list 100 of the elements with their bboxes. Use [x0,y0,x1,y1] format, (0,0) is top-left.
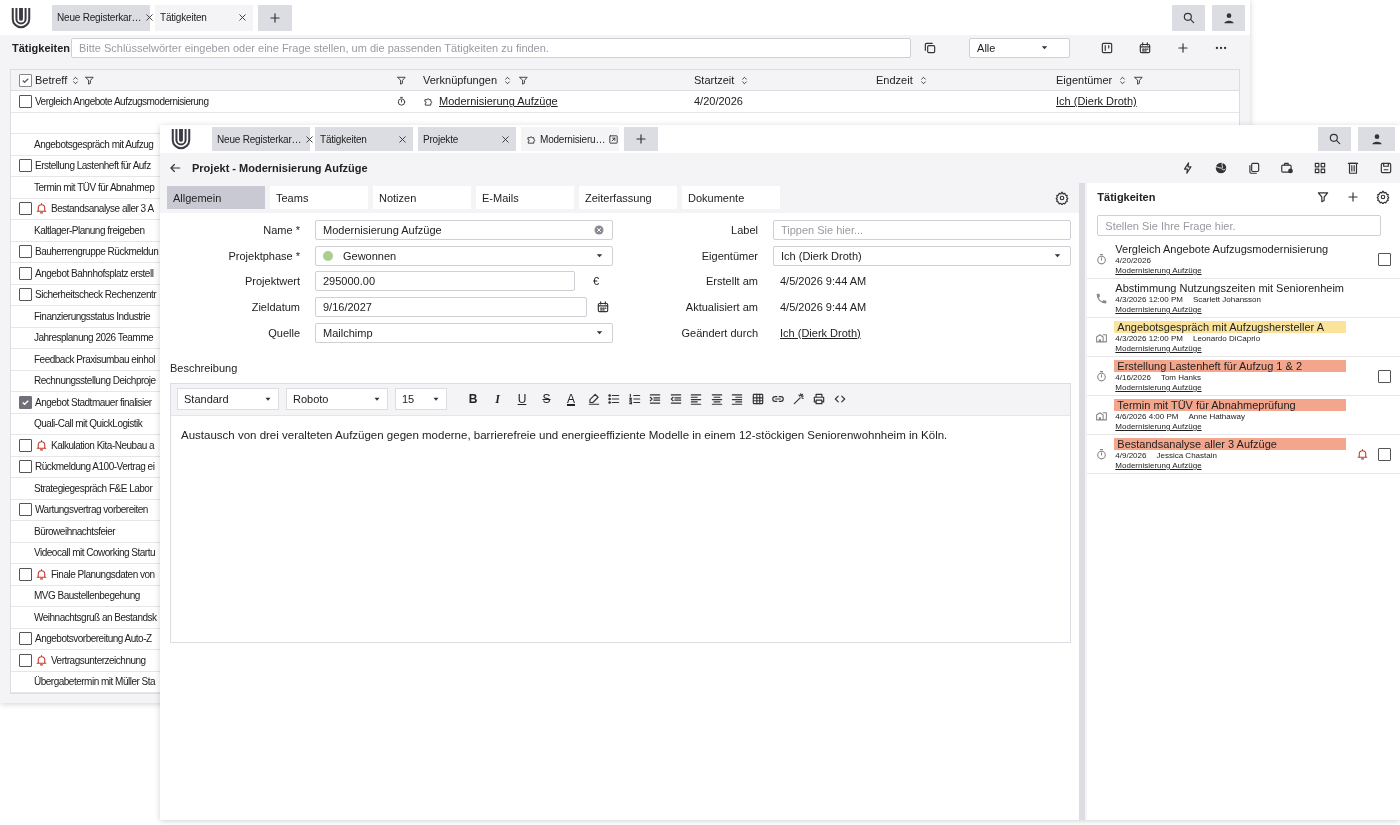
checkbox[interactable] [19,159,32,173]
checkbox[interactable] [19,73,32,87]
calendar-icon[interactable] [1138,40,1152,55]
kanban-icon[interactable] [1100,40,1114,55]
checkbox[interactable] [19,653,32,667]
color-button[interactable]: A [562,390,580,409]
activity-title[interactable]: Angebotsgespräch mit Aufzugshersteller A [1114,321,1347,333]
italic-button[interactable]: I [488,390,507,409]
project-link[interactable]: Modernisierung Aufzüge [1115,305,1202,314]
section-tab[interactable]: E-Mails [476,186,574,209]
save-icon[interactable] [1379,161,1393,175]
plus-icon[interactable] [1346,190,1360,204]
grid-icon[interactable] [1313,161,1327,175]
column-header[interactable]: Startzeit [694,74,735,86]
activity-title[interactable]: Bestandsanalyse aller 3 Aufzüge [1114,438,1347,450]
checkbox[interactable] [1378,369,1391,383]
new-tab-button[interactable] [258,4,292,31]
settings-icon[interactable] [1055,190,1070,205]
close-icon[interactable] [397,133,408,145]
project-link[interactable]: Modernisierung Aufzüge [1115,461,1202,470]
project-link[interactable]: Modernisierung Aufzüge [1115,422,1202,431]
plus-icon[interactable] [1176,40,1190,55]
size-dropdown[interactable]: 15 [395,388,447,411]
section-tab[interactable]: Dokumente [682,186,780,209]
clear-icon[interactable] [593,224,605,236]
logo-icon[interactable] [170,127,192,151]
activity-title[interactable]: Termin mit TÜV für Abnahmeprüfung [1114,399,1347,411]
section-tab[interactable]: Allgemein [167,186,265,209]
tab[interactable]: Tätigkeiten [155,4,253,31]
filter-dropdown[interactable]: Alle [969,37,1070,58]
checkbox[interactable] [19,438,32,452]
number-field[interactable]: 295000.00 [315,271,575,292]
section-tab[interactable]: Teams [270,186,368,209]
activity-title[interactable]: Erstellung Lastenheft für Aufzug 1 & 2 [1114,360,1347,372]
table-icon[interactable] [750,392,765,407]
search-button[interactable] [1318,127,1351,151]
tab[interactable]: Projekte [418,127,516,151]
user-link[interactable]: Ich (Dierk Droth) [780,326,861,339]
project-link[interactable]: Modernisierung Aufzüge [1115,266,1202,275]
trash-icon[interactable] [1346,161,1360,175]
project-link[interactable]: Modernisierung Aufzüge [1115,344,1202,353]
project-link[interactable]: Modernisierung Aufzüge [1115,383,1202,392]
sort-icon[interactable] [502,74,513,86]
text-editor[interactable]: Standard Roboto 15 B I U S A Austausch von drei veralteten Aufzügen gegen moderne, barrierefreie und energieeffiziente Modelle in einem 12-stöckigen Seniorenwohnheim in Köln. [170,382,1072,643]
outdent-icon[interactable] [668,392,683,407]
filter-icon[interactable] [396,74,407,86]
numbered-list-icon[interactable] [627,392,642,407]
project-link[interactable]: Modernisierung Aufzüge [439,95,558,108]
column-header[interactable]: Verknüpfungen [423,74,497,86]
underline-button[interactable]: U [513,390,531,409]
section-tab[interactable]: Notizen [373,186,471,209]
style-dropdown[interactable]: Standard [177,388,279,411]
checkbox[interactable] [19,245,32,259]
filter-icon[interactable] [1133,74,1145,86]
briefcase-icon[interactable] [1280,161,1294,175]
checkbox[interactable] [19,567,32,581]
column-header[interactable]: Betreff [35,74,68,86]
close-icon[interactable] [500,133,511,145]
column-header[interactable]: Endzeit [876,74,913,86]
popout-icon[interactable] [608,133,620,145]
checkbox[interactable] [1378,447,1391,461]
align-right-icon[interactable] [730,392,744,407]
activity-title[interactable]: Abstimmung Nutzungszeiten mit Seniorenheim [1115,282,1347,294]
checkbox[interactable] [19,460,32,474]
tab[interactable]: Neue Registerkar… [52,4,150,31]
align-left-icon[interactable] [689,392,703,407]
calendar-icon[interactable] [596,300,610,315]
dropdown-field[interactable]: Gewonnen [315,245,613,266]
strike-button[interactable]: S [537,390,556,409]
user-button[interactable] [1358,127,1395,151]
bullet-list-icon[interactable] [607,392,621,407]
dropdown-field[interactable]: Ich (Dierk Droth) [773,245,1071,266]
tab[interactable]: Tätigkeiten [315,127,413,151]
activity-title[interactable]: Vergleich Angebote Aufzugsmodernisierung [1115,243,1332,255]
settings-icon[interactable] [1376,190,1390,204]
filter-icon[interactable] [84,74,96,86]
user-button[interactable] [1212,4,1245,31]
name-field[interactable]: Modernisierung Aufzüge [315,220,613,240]
align-center-icon[interactable] [709,392,724,407]
logo-icon[interactable] [10,5,32,30]
font-dropdown[interactable]: Roboto [286,388,388,411]
tab[interactable]: Modernisieru… [521,127,619,151]
filter-icon[interactable] [1316,190,1330,204]
column-header[interactable]: Eigentümer [1056,74,1113,86]
filter-icon[interactable] [518,74,529,86]
checkbox[interactable] [19,94,32,108]
date-field[interactable]: 9/16/2027 [315,297,587,318]
print-icon[interactable] [812,392,826,407]
section-tab[interactable]: Zeiterfassung [579,186,677,209]
checkbox[interactable] [19,288,32,302]
tab[interactable]: Neue Registerkar… [212,127,310,151]
checkbox[interactable] [19,266,32,280]
dropdown-field[interactable]: Mailchimp [315,322,613,343]
checkbox[interactable] [19,202,32,216]
checkbox[interactable] [19,632,32,646]
back-arrow-icon[interactable] [168,161,182,175]
close-icon[interactable] [237,12,248,23]
copy-icon[interactable] [923,40,938,55]
checkbox[interactable] [19,395,32,409]
copy-icon[interactable] [1247,161,1261,175]
